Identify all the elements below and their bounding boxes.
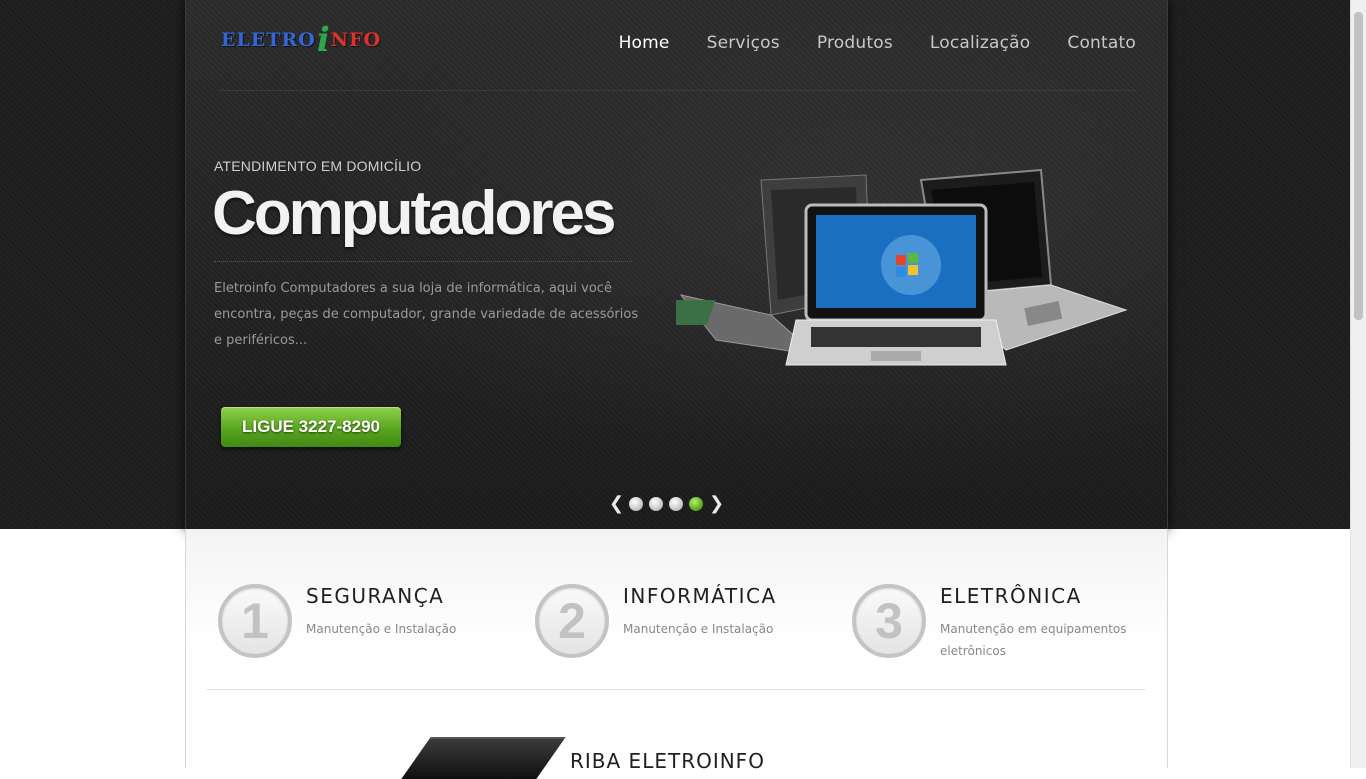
feature-title: SEGURANÇA [306, 584, 445, 608]
hero-divider [214, 261, 632, 263]
header-hero-container: ELETRO i NFO Home Serviços Produtos Loca… [185, 0, 1168, 529]
logo[interactable]: ELETRO i NFO [221, 20, 406, 60]
feature-title: INFORMÁTICA [623, 584, 777, 608]
call-button[interactable]: LIGUE 3227-8290 [221, 407, 401, 447]
hero-description: Eletroinfo Computadores a sua loja de in… [214, 281, 639, 348]
feature-eletronica: 3 ELETRÔNICA Manutenção em equipamentos … [852, 584, 1152, 664]
logo-text-i: i [316, 20, 330, 60]
number-1-icon: 1 [218, 584, 292, 658]
feature-title: ELETRÔNICA [940, 584, 1082, 608]
feature-informatica: 2 INFORMÁTICA Manutenção e Instalação [535, 584, 835, 664]
feature-subtitle: Manutenção e Instalação [306, 622, 457, 636]
feature-seguranca: 1 SEGURANÇA Manutenção e Instalação [218, 584, 518, 664]
number-2-icon: 2 [535, 584, 609, 658]
feature-subtitle: Manutenção em equipamentos eletrônicos [940, 622, 1127, 658]
slider-dot-3[interactable] [669, 496, 683, 511]
slider-dot-1[interactable] [629, 496, 643, 511]
number-3-icon: 3 [852, 584, 926, 658]
main-nav: Home Serviços Produtos Localização Conta… [619, 33, 1136, 53]
page-scrollbar[interactable] [1350, 0, 1366, 768]
nav-localizacao[interactable]: Localização [930, 33, 1031, 53]
nav-contato[interactable]: Contato [1067, 33, 1136, 53]
nav-servicos[interactable]: Serviços [707, 33, 780, 53]
hero-title: Computadores [212, 179, 616, 248]
laptop-center [785, 203, 1007, 366]
slider-dot-2[interactable] [649, 496, 663, 511]
monitor-image [401, 737, 566, 779]
slider-controls: ❮ ❯ [609, 493, 724, 514]
header-divider [220, 90, 1135, 92]
about-title: RIBA ELETROINFO [570, 749, 765, 773]
slider-next-icon[interactable]: ❯ [709, 493, 724, 514]
features-section: 1 SEGURANÇA Manutenção e Instalação 2 IN… [185, 529, 1168, 779]
nav-home[interactable]: Home [619, 33, 670, 53]
scrollbar-thumb[interactable] [1354, 12, 1363, 320]
slider-prev-icon[interactable]: ❮ [609, 493, 624, 514]
slider-dot-4[interactable] [689, 496, 703, 511]
section-divider [206, 689, 1146, 690]
logo-text-eletro: ELETRO [221, 29, 316, 51]
hero-kicker: ATENDIMENTO EM DOMICÍLIO [214, 158, 422, 174]
laptops-image [676, 168, 1128, 366]
feature-subtitle: Manutenção e Instalação [623, 622, 774, 636]
nav-produtos[interactable]: Produtos [817, 33, 893, 53]
logo-text-nfo: NFO [330, 29, 382, 51]
